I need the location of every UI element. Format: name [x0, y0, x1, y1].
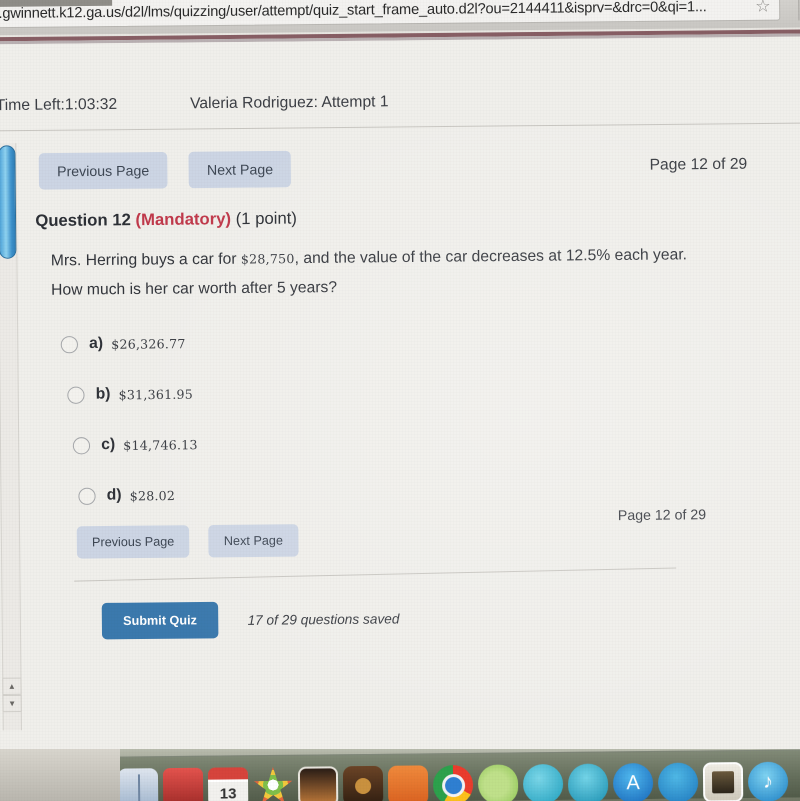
answer-option-a[interactable]: a) $26,326.77	[60, 315, 487, 370]
option-value-d: $28.02	[129, 487, 176, 504]
stamp-icon[interactable]	[702, 762, 744, 801]
skype-icon[interactable]	[522, 763, 564, 801]
question-number: Question 12	[35, 210, 136, 231]
option-letter-c: c)	[101, 435, 116, 454]
facetime-icon[interactable]	[657, 762, 699, 801]
calendar-icon[interactable]: 13	[207, 767, 249, 801]
pages-icon[interactable]	[387, 765, 429, 801]
bottom-nav-row: Previous Page Next Page Page 12 of 29	[76, 506, 725, 559]
question-price-value: $28,750	[240, 250, 295, 267]
next-page-button-bottom[interactable]: Next Page	[208, 524, 299, 558]
mac-dock: 13 A ♪	[0, 749, 800, 801]
finder-icon[interactable]	[117, 768, 159, 801]
quiz-status-header: Time Left:1:03:32 Valeria Rodriguez: Att…	[0, 93, 389, 115]
previous-page-button-bottom[interactable]: Previous Page	[76, 525, 190, 559]
question-title: Question 12 (Mandatory) (1 point)	[35, 209, 297, 231]
photos-icon[interactable]	[253, 767, 293, 801]
star-icon[interactable]: ☆	[753, 0, 779, 16]
photo-of-screen: tion.gwinnett.k12.ga.us/d2l/lms/quizzing…	[0, 0, 800, 801]
scroll-up-arrow-icon[interactable]: ▲	[2, 677, 22, 695]
option-letter-a: a)	[89, 334, 104, 353]
option-value-a: $26,326.77	[111, 335, 186, 352]
url-text: tion.gwinnett.k12.ga.us/d2l/lms/quizzing…	[0, 0, 707, 22]
option-value-c: $14,746.13	[123, 436, 198, 453]
scratch-icon[interactable]	[477, 764, 519, 801]
radio-button-d[interactable]	[78, 487, 96, 505]
top-nav-row: Previous Page Next Page Page 12 of 29	[38, 146, 748, 190]
preview-icon[interactable]	[297, 766, 339, 801]
page-indicator-bottom: Page 12 of 29	[617, 506, 707, 524]
attempt-text: Valeria Rodriguez: Attempt 1	[189, 93, 389, 113]
option-letter-d: d)	[106, 486, 122, 504]
question-text-part1: Mrs. Herring buys a car for	[50, 250, 241, 270]
quiz-page: Time Left:1:03:32 Valeria Rodriguez: Att…	[0, 36, 800, 763]
users-icon[interactable]	[567, 763, 609, 801]
garageband-icon[interactable]	[342, 765, 384, 801]
answer-option-c[interactable]: c) $14,746.13	[72, 416, 487, 471]
radio-button-a[interactable]	[60, 335, 79, 353]
submit-row: Submit Quiz 17 of 29 questions saved	[101, 600, 400, 640]
answer-option-d[interactable]: d) $28.02	[78, 467, 487, 522]
quiz-scrollbar-arrows: ▲ ▼	[2, 677, 22, 713]
mandatory-badge: (Mandatory)	[135, 210, 232, 230]
dock-items: 13 A ♪	[117, 749, 800, 801]
previous-page-button-top[interactable]: Previous Page	[38, 151, 168, 190]
submit-quiz-button[interactable]: Submit Quiz	[101, 601, 219, 640]
answer-options-list: a) $26,326.77 b) $31,361.95 c) $14,746.1…	[60, 315, 488, 522]
page-indicator-top: Page 12 of 29	[649, 155, 748, 174]
chrome-icon[interactable]	[432, 764, 474, 801]
questions-saved-status: 17 of 29 questions saved	[247, 610, 400, 628]
time-left-text: Time Left:1:03:32	[0, 95, 118, 115]
next-page-button-top[interactable]: Next Page	[188, 150, 292, 189]
radio-button-b[interactable]	[67, 386, 85, 404]
address-bar[interactable]: tion.gwinnett.k12.ga.us/d2l/lms/quizzing…	[0, 0, 781, 29]
radio-button-c[interactable]	[72, 436, 91, 454]
scroll-down-arrow-icon[interactable]: ▼	[2, 694, 22, 713]
option-letter-b: b)	[95, 385, 111, 403]
header-divider	[0, 122, 800, 132]
mail-icon[interactable]	[162, 767, 204, 801]
question-points: (1 point)	[230, 209, 298, 229]
footer-divider	[74, 567, 677, 582]
screen-bezel-bottom-left	[0, 749, 120, 801]
app-store-icon[interactable]: A	[612, 763, 654, 801]
quiz-scrollbar-thumb[interactable]	[0, 145, 17, 259]
answer-option-b[interactable]: b) $31,361.95	[67, 365, 486, 420]
screen-bezel-top-left	[0, 0, 113, 7]
question-text: Mrs. Herring buys a car for $28,750, and…	[51, 240, 689, 305]
computer-screen: tion.gwinnett.k12.ga.us/d2l/lms/quizzing…	[0, 0, 800, 801]
itunes-icon[interactable]: ♪	[747, 761, 789, 801]
option-value-b: $31,361.95	[118, 386, 194, 402]
